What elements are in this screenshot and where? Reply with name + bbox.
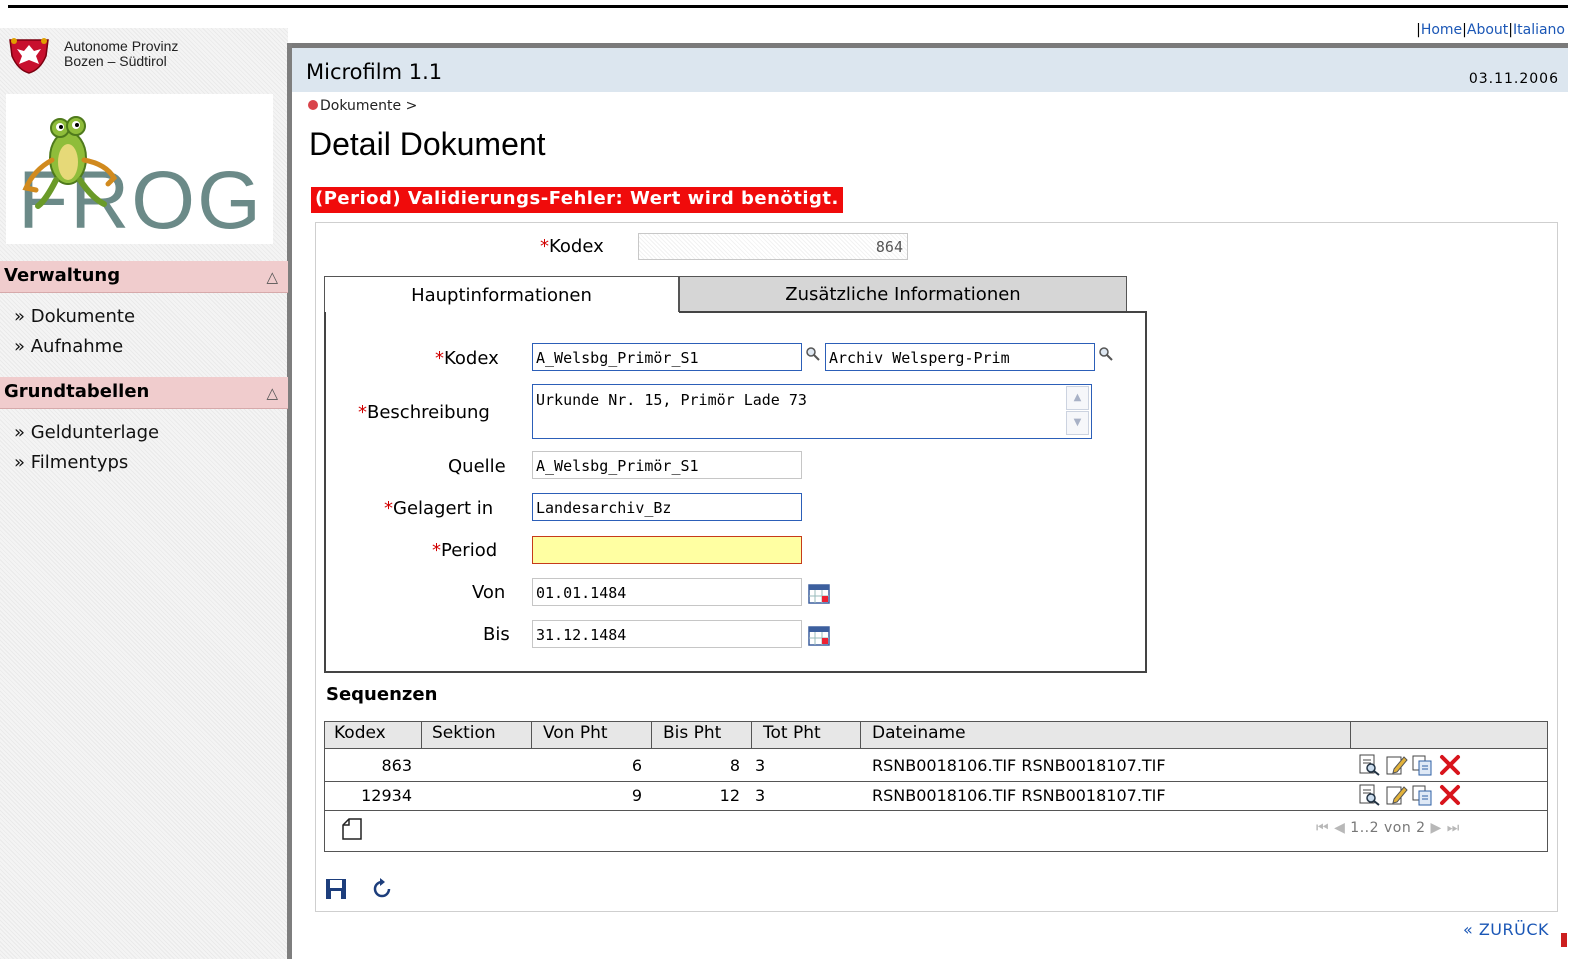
edit-icon[interactable] <box>1384 783 1408 807</box>
sequences-title: Sequenzen <box>326 684 438 705</box>
app-title: Microfilm 1.1 <box>306 60 443 84</box>
tab-panel-border <box>679 311 1147 313</box>
table-cell-von: 9 <box>631 786 642 805</box>
pagination: ⏮ ◀ 1..2 von 2 ▶ ⏭ <box>1316 820 1460 836</box>
top-rule <box>8 5 1568 8</box>
frog-icon <box>22 116 118 209</box>
scroll-up-icon[interactable]: ▲ <box>1066 386 1089 410</box>
period-input[interactable] <box>532 536 802 564</box>
scroll-down-icon[interactable]: ▼ <box>1066 411 1089 435</box>
quelle-input[interactable]: A_Welsbg_Primör_S1 <box>532 451 802 479</box>
delete-icon[interactable] <box>1438 783 1462 807</box>
beschreibung-textarea[interactable]: Urkunde Nr. 15, Primör Lade 73 <box>532 384 1092 439</box>
col-dateiname[interactable]: Dateiname <box>872 723 966 743</box>
table-cell-tot: 3 <box>755 756 766 775</box>
table-cell-bis: 8 <box>729 756 740 775</box>
col-von-pht[interactable]: Von Pht <box>543 723 608 743</box>
error-message: (Period) Validierungs-Fehler: Wert wird … <box>311 187 843 213</box>
org-name: Autonome Provinz Bozen – Südtirol <box>64 39 178 69</box>
save-icon[interactable] <box>324 877 348 901</box>
beschreibung-label: *Beschreibung <box>358 402 490 423</box>
reset-icon[interactable] <box>370 877 394 901</box>
von-date-input[interactable]: 01.01.1484 <box>532 578 802 606</box>
table-cell-tot: 3 <box>755 786 766 805</box>
back-link[interactable]: « ZURÜCK <box>1463 920 1549 939</box>
table-cell-kodex: 12934 <box>361 786 412 805</box>
view-icon[interactable] <box>1357 783 1381 807</box>
kodex-readonly-field: 864 <box>638 233 908 260</box>
section-title: Verwaltung <box>4 265 121 286</box>
calendar-icon[interactable] <box>808 584 830 604</box>
kodex-top-label: *Kodex <box>540 236 604 257</box>
section-title: Grundtabellen <box>4 381 150 402</box>
breadcrumb-text[interactable]: Dokumente > <box>320 98 417 114</box>
nav-aufnahme[interactable]: » Aufnahme <box>14 336 123 357</box>
delete-icon[interactable] <box>1438 753 1462 777</box>
bullet-icon <box>308 100 318 110</box>
table-cell-von: 6 <box>631 756 642 775</box>
col-bis-pht[interactable]: Bis Pht <box>663 723 721 743</box>
collapse-icon[interactable]: △ <box>266 268 278 286</box>
page-info: 1..2 von 2 <box>1350 820 1426 836</box>
copy-icon[interactable] <box>1410 783 1434 807</box>
col-kodex[interactable]: Kodex <box>334 723 386 743</box>
org-line-1: Autonome Provinz <box>64 38 179 54</box>
first-page-icon[interactable]: ⏮ <box>1316 820 1329 836</box>
app-date: 03.11.2006 <box>1468 71 1559 87</box>
app-bar <box>292 43 1568 92</box>
gelagert-input[interactable]: Landesarchiv_Bz <box>532 493 802 521</box>
col-tot-pht[interactable]: Tot Pht <box>763 723 821 743</box>
sidebar-section-grundtabellen[interactable]: Grundtabellen △ <box>0 377 288 409</box>
von-label: Von <box>472 582 506 603</box>
bis-date-input[interactable]: 31.12.1484 <box>532 620 802 648</box>
kodex-input[interactable]: A_Welsbg_Primör_S1 <box>532 343 802 371</box>
org-line-2: Bozen – Südtirol <box>64 53 167 69</box>
search-icon[interactable] <box>1099 347 1113 361</box>
top-links: |Home|About|Italiano <box>1416 22 1565 38</box>
col-sektion[interactable]: Sektion <box>432 723 496 743</box>
table-cell-kodex: 863 <box>381 756 412 775</box>
sidebar-section-verwaltung[interactable]: Verwaltung △ <box>0 261 288 293</box>
edge-marker <box>1561 933 1567 947</box>
search-icon[interactable] <box>806 347 820 361</box>
about-link[interactable]: About <box>1467 22 1508 38</box>
quelle-label: Quelle <box>448 456 506 477</box>
coat-of-arms-icon <box>9 38 49 74</box>
nav-geldunterlage[interactable]: » Geldunterlage <box>14 422 159 443</box>
new-document-icon[interactable] <box>340 817 364 841</box>
prev-page-icon[interactable]: ◀ <box>1334 820 1345 836</box>
nav-dokumente[interactable]: » Dokumente <box>14 306 135 327</box>
kodex-description-input[interactable]: Archiv Welsperg-Prim <box>825 343 1095 371</box>
table-cell-bis: 12 <box>719 786 740 805</box>
period-label: *Period <box>432 540 498 561</box>
tab-zusaetzliche-informationen[interactable]: Zusätzliche Informationen <box>679 276 1127 312</box>
next-page-icon[interactable]: ▶ <box>1431 820 1442 836</box>
bis-label: Bis <box>483 624 510 645</box>
home-link[interactable]: Home <box>1421 22 1462 38</box>
sidebar-border <box>287 43 292 959</box>
table-cell-dateiname: RSNB0018106.TIF RSNB0018107.TIF <box>872 786 1166 805</box>
tab-hauptinformationen[interactable]: Hauptinformationen <box>324 276 679 314</box>
edit-icon[interactable] <box>1384 753 1408 777</box>
view-icon[interactable] <box>1357 753 1381 777</box>
language-link[interactable]: Italiano <box>1513 22 1565 38</box>
calendar-icon[interactable] <box>808 626 830 646</box>
page-title: Detail Dokument <box>309 126 546 162</box>
collapse-icon[interactable]: △ <box>266 384 278 402</box>
table-cell-dateiname: RSNB0018106.TIF RSNB0018107.TIF <box>872 756 1166 775</box>
nav-filmentyps[interactable]: » Filmentyps <box>14 452 128 473</box>
last-page-icon[interactable]: ⏭ <box>1447 820 1460 836</box>
breadcrumb[interactable]: Dokumente > <box>308 98 417 114</box>
copy-icon[interactable] <box>1410 753 1434 777</box>
kodex-label: *Kodex <box>435 348 499 369</box>
gelagert-label: *Gelagert in <box>384 498 494 519</box>
